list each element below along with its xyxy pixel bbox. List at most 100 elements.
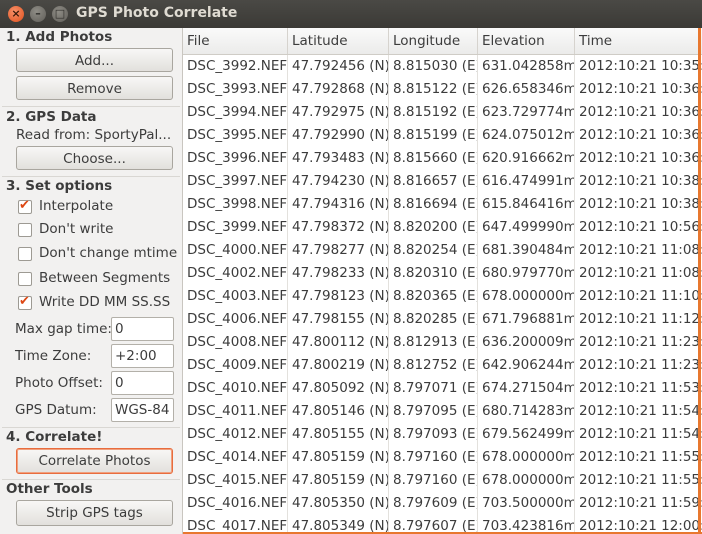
strip-gps-tags-button[interactable]: Strip GPS tags [16,500,173,526]
table-row[interactable]: DSC_4016.NEF 47.805350 (N) 8.797609 (E) 703… [183,492,702,515]
cell-longitude: 8.797093 (E) [389,423,478,446]
cell-longitude: 8.816694 (E) [389,193,478,216]
cell-elevation: 680.979770m [478,262,575,285]
cell-elevation: 671.796881m [478,308,575,331]
photo-offset-label: Photo Offset: [15,375,103,391]
between-segments-checkbox[interactable] [18,272,32,286]
column-header-longitude[interactable]: Longitude [389,28,478,54]
cell-elevation: 624.075012m [478,124,575,147]
cell-elevation: 678.000000m [478,285,575,308]
photo-table[interactable]: File Latitude Longitude Elevation Time D… [182,28,702,534]
cell-file: DSC_3994.NEF [183,101,288,124]
cell-longitude: 8.797609 (E) [389,492,478,515]
table-row[interactable]: DSC_4011.NEF 47.805146 (N) 8.797095 (E) 680… [183,400,702,423]
gps-data-heading: 2. GPS Data [6,109,97,125]
minimize-icon[interactable]: – [30,6,46,22]
table-row[interactable]: DSC_4012.NEF 47.805155 (N) 8.797093 (E) 679… [183,423,702,446]
cell-longitude: 8.797071 (E) [389,377,478,400]
column-header-latitude[interactable]: Latitude [288,28,389,54]
dont-change-mtime-checkbox[interactable] [18,247,32,261]
cell-longitude: 8.815660 (E) [389,147,478,170]
cell-file: DSC_4008.NEF [183,331,288,354]
maximize-icon[interactable]: □ [52,6,68,22]
cell-latitude: 47.805350 (N) [288,492,389,515]
cell-file: DSC_4009.NEF [183,354,288,377]
cell-time: 2012:10:21 10:36:5 [575,147,702,170]
add-button[interactable]: Add... [16,48,173,72]
time-zone-label: Time Zone: [15,348,92,364]
cell-longitude: 8.815199 (E) [389,124,478,147]
cell-latitude: 47.798155 (N) [288,308,389,331]
column-header-time[interactable]: Time [575,28,702,54]
dont-write-label: Don't write [39,221,114,237]
table-row[interactable]: DSC_3997.NEF 47.794230 (N) 8.816657 (E) 616… [183,170,702,193]
cell-elevation: 703.500000m [478,492,575,515]
cell-latitude: 47.800112 (N) [288,331,389,354]
table-row[interactable]: DSC_4000.NEF 47.798277 (N) 8.820254 (E) 681… [183,239,702,262]
cell-file: DSC_4010.NEF [183,377,288,400]
cell-file: DSC_3993.NEF [183,78,288,101]
separator [2,106,180,107]
separator [2,427,180,428]
close-icon[interactable]: × [8,6,24,22]
cell-elevation: 678.000000m [478,446,575,469]
cell-latitude: 47.792975 (N) [288,101,389,124]
write-dms-checkbox[interactable] [18,294,32,310]
interpolate-checkbox[interactable] [18,198,32,214]
cell-longitude: 8.797160 (E) [389,469,478,492]
table-row[interactable]: DSC_4002.NEF 47.798233 (N) 8.820310 (E) 680… [183,262,702,285]
cell-elevation: 680.714283m [478,400,575,423]
table-row[interactable]: DSC_3993.NEF 47.792868 (N) 8.815122 (E) 626… [183,78,702,101]
cell-file: DSC_3992.NEF [183,55,288,78]
cell-elevation: 615.846416m [478,193,575,216]
column-header-file[interactable]: File [183,28,288,54]
cell-time: 2012:10:21 11:59:5 [575,492,702,515]
table-header: File Latitude Longitude Elevation Time [183,28,702,55]
cell-elevation: 642.906244m [478,354,575,377]
dont-write-checkbox[interactable] [18,223,32,237]
cell-time: 2012:10:21 10:36:1 [575,101,702,124]
table-row[interactable]: DSC_3998.NEF 47.794316 (N) 8.816694 (E) 615… [183,193,702,216]
table-row[interactable]: DSC_3992.NEF 47.792456 (N) 8.815030 (E) 631… [183,55,702,78]
table-row[interactable]: DSC_4003.NEF 47.798123 (N) 8.820365 (E) 678… [183,285,702,308]
remove-button[interactable]: Remove [16,76,173,100]
table-row[interactable]: DSC_4009.NEF 47.800219 (N) 8.812752 (E) 642… [183,354,702,377]
separator [2,479,180,480]
cell-latitude: 47.805159 (N) [288,446,389,469]
table-row[interactable]: DSC_3994.NEF 47.792975 (N) 8.815192 (E) 623… [183,101,702,124]
watermark-text [681,178,697,418]
cell-longitude: 8.815192 (E) [389,101,478,124]
table-row[interactable]: DSC_4010.NEF 47.805092 (N) 8.797071 (E) 674… [183,377,702,400]
cell-time: 2012:10:21 10:36:1 [575,124,702,147]
correlate-photos-button[interactable]: Correlate Photos [16,448,173,474]
time-zone-input[interactable]: +2:00 [111,344,174,368]
write-dms-label: Write DD MM SS.SS [39,294,171,310]
cell-file: DSC_4012.NEF [183,423,288,446]
cell-elevation: 681.390484m [478,239,575,262]
cell-longitude: 8.820254 (E) [389,239,478,262]
table-row[interactable]: DSC_4014.NEF 47.805159 (N) 8.797160 (E) 678… [183,446,702,469]
max-gap-input[interactable]: 0 [111,317,174,341]
photo-offset-input[interactable]: 0 [111,371,174,395]
column-header-elevation[interactable]: Elevation [478,28,575,54]
table-row[interactable]: DSC_4015.NEF 47.805159 (N) 8.797160 (E) 678… [183,469,702,492]
table-row[interactable]: DSC_4006.NEF 47.798155 (N) 8.820285 (E) 671… [183,308,702,331]
table-row[interactable]: DSC_3995.NEF 47.792990 (N) 8.815199 (E) 624… [183,124,702,147]
cell-file: DSC_4014.NEF [183,446,288,469]
cell-latitude: 47.792990 (N) [288,124,389,147]
table-row[interactable]: DSC_3999.NEF 47.798372 (N) 8.820200 (E) 647… [183,216,702,239]
cell-longitude: 8.815122 (E) [389,78,478,101]
cell-latitude: 47.798372 (N) [288,216,389,239]
cell-time: 2012:10:21 11:55:2 [575,446,702,469]
max-gap-label: Max gap time: [15,321,112,337]
table-row[interactable]: DSC_3996.NEF 47.793483 (N) 8.815660 (E) 620… [183,147,702,170]
table-row[interactable]: DSC_4008.NEF 47.800112 (N) 8.812913 (E) 636… [183,331,702,354]
cell-file: DSC_4016.NEF [183,492,288,515]
cell-file: DSC_3997.NEF [183,170,288,193]
table-body: DSC_3992.NEF 47.792456 (N) 8.815030 (E) 631… [183,55,702,534]
gps-datum-input[interactable]: WGS-84 [111,398,174,422]
choose-button[interactable]: Choose... [16,146,173,170]
scrollbar[interactable] [698,28,701,534]
cell-elevation: 674.271504m [478,377,575,400]
cell-file: DSC_3995.NEF [183,124,288,147]
